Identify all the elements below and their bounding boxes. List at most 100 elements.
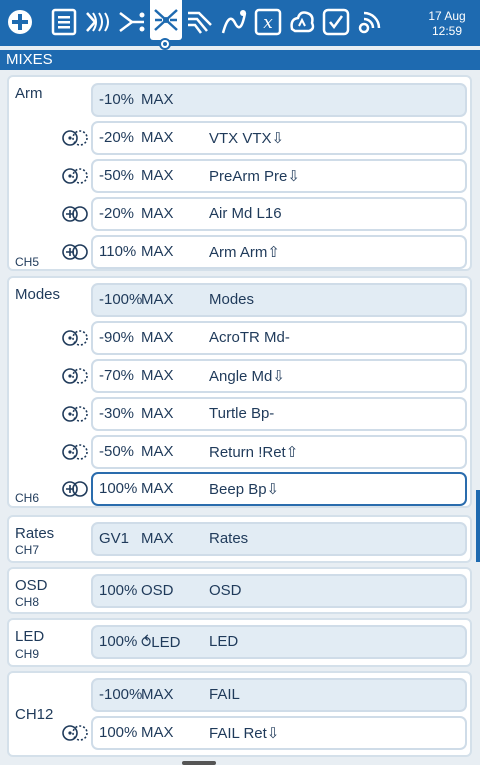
mixes-icon[interactable]	[150, 0, 182, 40]
model-list-icon[interactable]	[48, 6, 80, 38]
channel-number: CH7	[15, 543, 40, 557]
bottom-handle	[182, 761, 216, 765]
mix-source: MAX	[141, 367, 174, 384]
mix-line[interactable]: -30% MAX Turtle Bp-	[91, 397, 467, 431]
mix-weight: -100%	[99, 291, 143, 308]
global-variables-icon[interactable]: x	[252, 6, 284, 38]
mix-name: FAIL Ret⇩	[209, 725, 280, 742]
mix-weight: -90%	[99, 329, 135, 346]
multiplex-replace-icon	[61, 443, 89, 461]
mix-name: Air Md L16	[209, 205, 282, 222]
date-time: 17 Aug 12:59	[422, 9, 472, 39]
multiplex-replace-icon	[61, 129, 89, 147]
flight-modes-icon[interactable]	[82, 6, 114, 38]
menu-plus-icon[interactable]	[4, 6, 36, 38]
mix-source: MAX	[141, 443, 174, 460]
mix-name: Arm Arm⇧	[209, 244, 280, 261]
time-text: 12:59	[431, 24, 463, 38]
curves-icon[interactable]	[218, 6, 250, 38]
mix-group-ch12: CH12 -100% MAX FAIL 100% MAX FAIL Ret⇩	[7, 671, 472, 757]
multiplex-add-icon	[61, 243, 89, 261]
mix-weight: -50%	[99, 443, 135, 460]
mix-source: MAX	[141, 405, 174, 422]
mix-name: PreArm Pre⇩	[209, 168, 300, 185]
mix-weight: -30%	[99, 405, 135, 422]
multiplex-replace-icon	[61, 167, 89, 185]
mix-line[interactable]: 100% OSD OSD	[91, 574, 467, 608]
mix-source: ⥀LED	[141, 634, 181, 651]
inputs-icon[interactable]	[116, 6, 148, 38]
mix-line[interactable]: GV1 MAX Rates	[91, 522, 467, 556]
channel-number: CH6	[15, 491, 40, 505]
telemetry-icon[interactable]	[354, 6, 386, 38]
mix-group-modes: Modes CH6 -100% MAX Modes -90% MAX AcroT…	[7, 276, 472, 508]
mix-weight: -50%	[99, 167, 135, 184]
mix-weight: 100%	[99, 582, 138, 599]
page-title: MIXES	[0, 50, 480, 70]
mix-weight: 100%	[99, 633, 138, 650]
mix-source: MAX	[141, 243, 174, 260]
mix-weight: 100%	[99, 480, 138, 497]
mix-source: OSD	[141, 582, 174, 599]
channel-number: CH9	[15, 647, 40, 661]
mix-name: Beep Bp⇩	[209, 481, 280, 498]
multiplex-replace-icon	[61, 329, 89, 347]
scrollbar[interactable]	[476, 490, 480, 562]
mix-name: AcroTR Md-	[209, 329, 290, 346]
mix-line[interactable]: -100% MAX FAIL	[91, 678, 467, 712]
mix-weight: -20%	[99, 129, 135, 146]
outputs-icon[interactable]	[184, 6, 216, 38]
mix-name: Turtle Bp-	[209, 405, 275, 422]
mix-weight: GV1	[99, 530, 130, 547]
channel-number: CH8	[15, 595, 40, 609]
mix-source: MAX	[141, 91, 174, 108]
mix-group-arm: Arm CH5 -10% MAX -20% MAX VTX VTX⇩ -50% …	[7, 75, 472, 271]
svg-text:x: x	[263, 13, 273, 33]
mix-group-rates: Rates CH7 GV1 MAX Rates	[7, 515, 472, 563]
mix-line[interactable]: -100% MAX Modes	[91, 283, 467, 317]
channel-name: CH12	[15, 706, 54, 723]
mix-name: FAIL	[209, 686, 240, 703]
channel-name: Modes	[15, 286, 61, 303]
multiplex-add-icon	[61, 205, 89, 223]
mix-line[interactable]: 100% ⥀LED LED	[91, 625, 467, 659]
channel-name: LED	[15, 628, 45, 645]
mix-line[interactable]: -70% MAX Angle Md⇩	[91, 359, 467, 393]
mix-line[interactable]: -50% MAX Return !Ret⇧	[91, 435, 467, 469]
mix-line[interactable]: 100% MAX FAIL Ret⇩	[91, 716, 467, 750]
date-text: 17 Aug	[428, 9, 466, 23]
logical-switches-icon[interactable]	[286, 6, 318, 38]
channel-name: Arm	[15, 85, 43, 102]
mix-weight: -20%	[99, 205, 135, 222]
mix-line[interactable]: -50% MAX PreArm Pre⇩	[91, 159, 467, 193]
mix-name: OSD	[209, 582, 242, 599]
active-tab-indicator	[159, 38, 171, 50]
mix-name: VTX VTX⇩	[209, 130, 285, 147]
mix-name: LED	[209, 633, 239, 650]
mix-line[interactable]: -90% MAX AcroTR Md-	[91, 321, 467, 355]
mix-source: MAX	[141, 724, 174, 741]
mix-source: MAX	[141, 530, 174, 547]
channel-number: CH5	[15, 255, 40, 269]
mix-source: MAX	[141, 167, 174, 184]
multiplex-replace-icon	[61, 367, 89, 385]
mix-name: Modes	[209, 291, 255, 308]
mix-source: MAX	[141, 329, 174, 346]
mix-weight: 100%	[99, 724, 138, 741]
mix-source: MAX	[141, 129, 174, 146]
mix-weight: -100%	[99, 686, 143, 703]
mix-source: MAX	[141, 686, 174, 703]
mix-weight: 110%	[99, 243, 137, 260]
mix-line[interactable]: -20% MAX VTX VTX⇩	[91, 121, 467, 155]
multiplex-add-icon	[61, 480, 89, 498]
mix-source: MAX	[141, 291, 174, 308]
mix-line[interactable]: -20% MAX Air Md L16	[91, 197, 467, 231]
mix-name: Rates	[209, 530, 249, 547]
top-toolbar: x 17 Aug 12:59	[0, 0, 480, 50]
mix-line[interactable]: 110% MAX Arm Arm⇧	[91, 235, 467, 269]
channel-name: OSD	[15, 577, 48, 594]
special-functions-icon[interactable]	[320, 6, 352, 38]
mix-line[interactable]: -10% MAX	[91, 83, 467, 117]
mix-line-selected[interactable]: 100% MAX Beep Bp⇩	[91, 472, 467, 506]
multiplex-replace-icon	[61, 405, 89, 423]
